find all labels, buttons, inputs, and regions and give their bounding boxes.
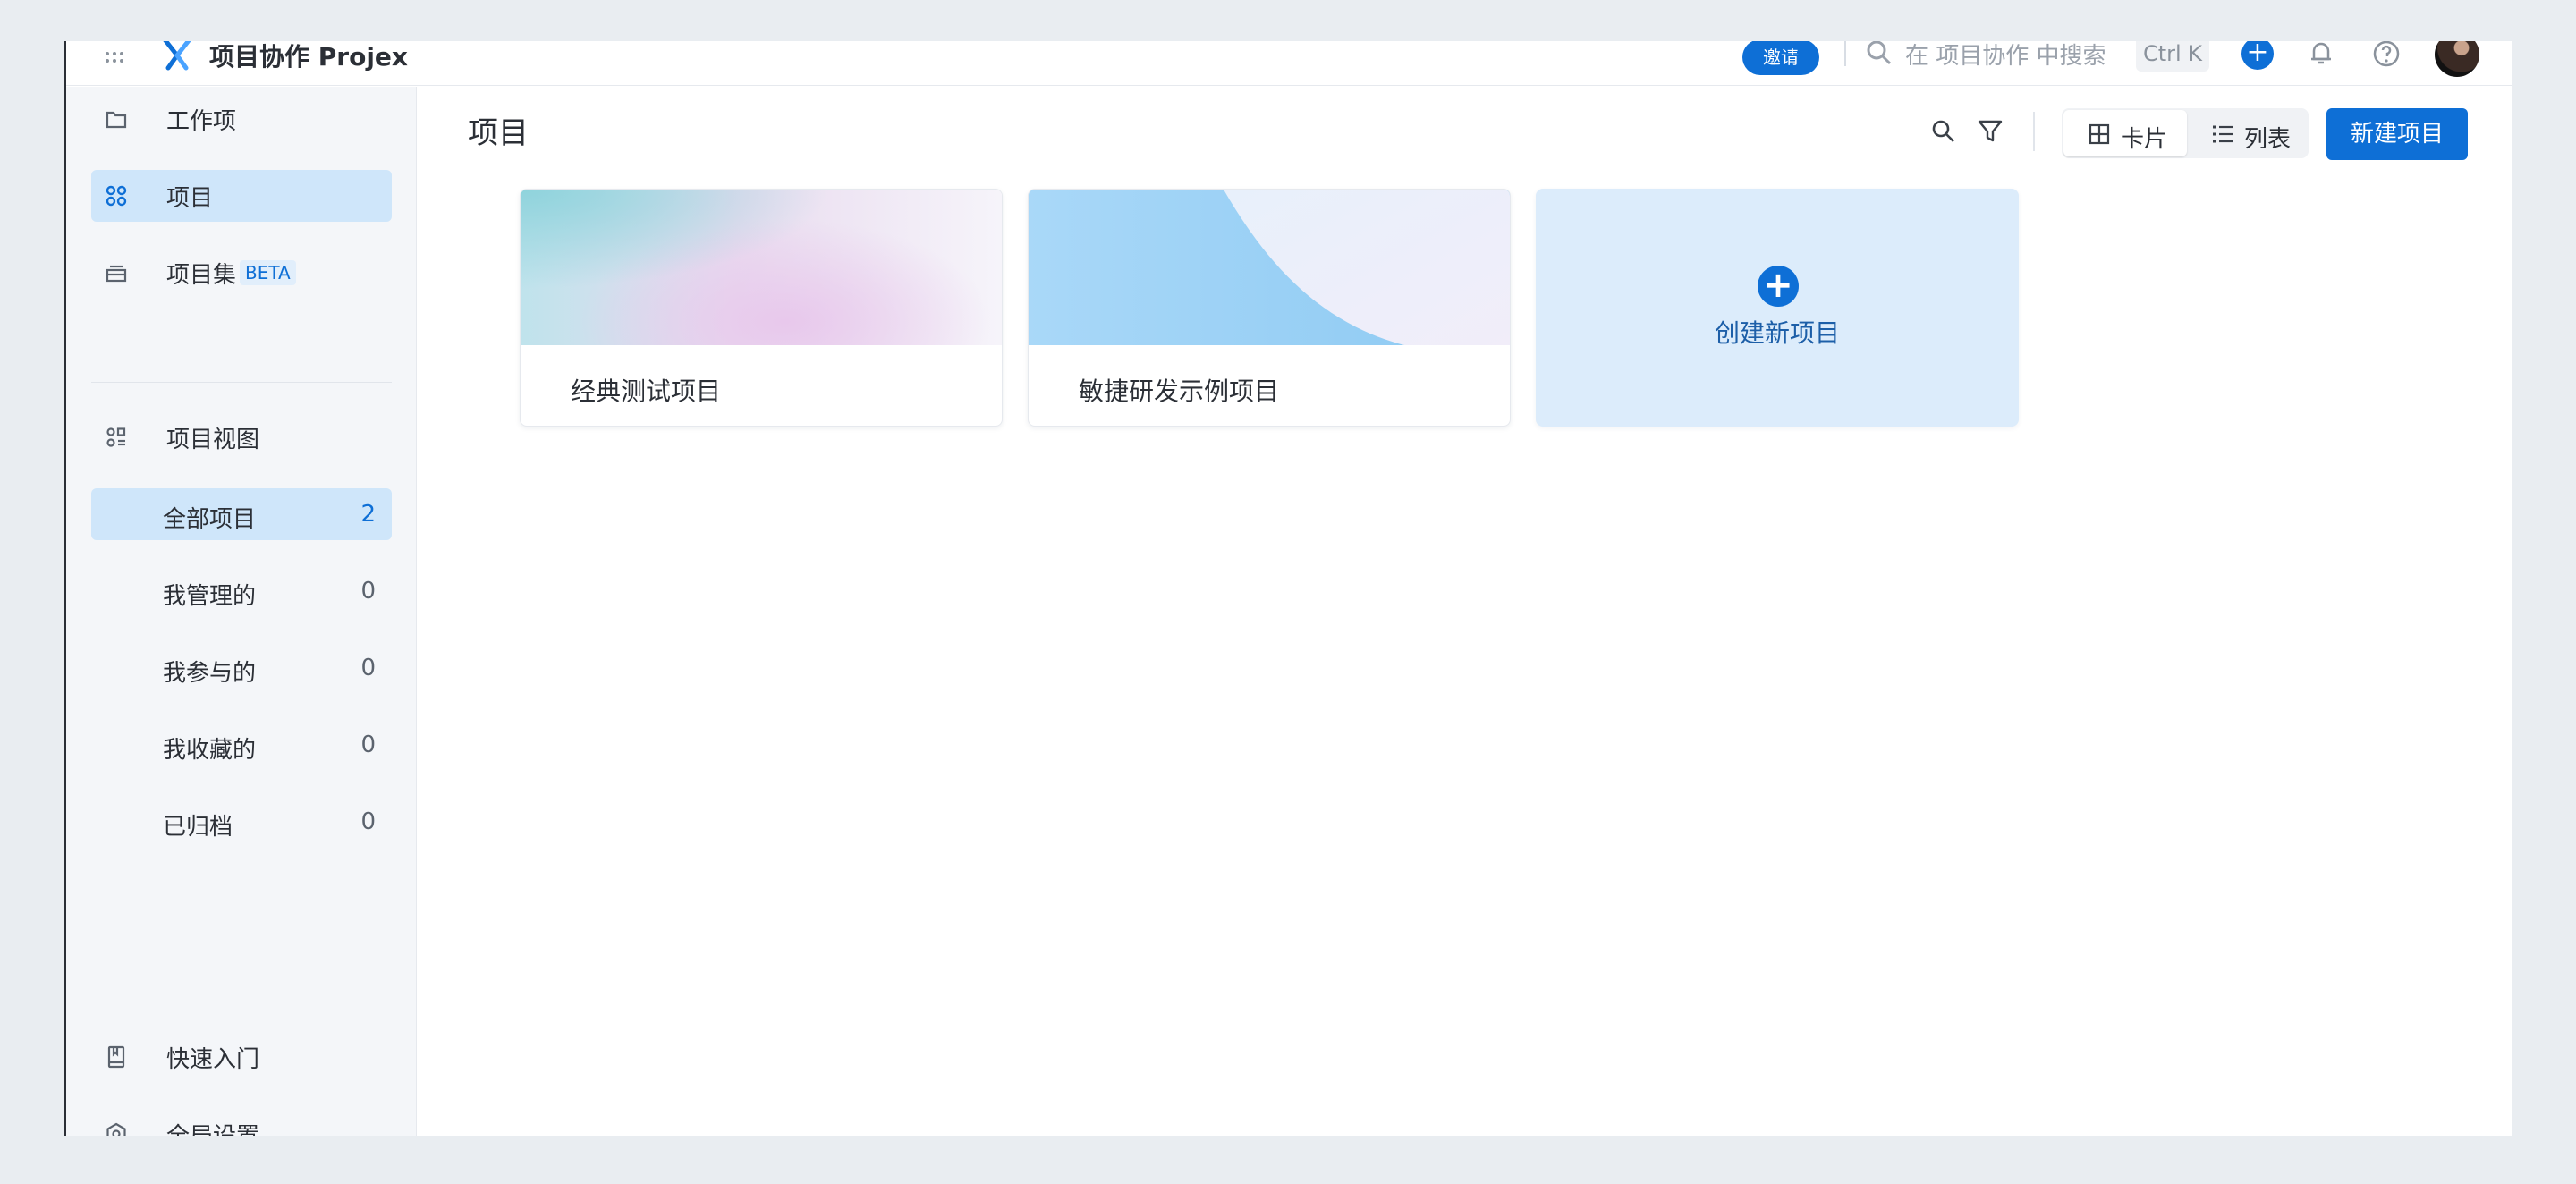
project-card-name: 经典测试项目	[571, 376, 722, 406]
app-title: 项目协作 Projex	[209, 42, 408, 72]
sidebar-item-label: 项目集	[166, 261, 237, 289]
folder-icon	[104, 106, 129, 131]
view-all-projects[interactable]: 全部项目 2	[91, 488, 392, 540]
sidebar-item-label: 全局设置	[166, 1118, 259, 1137]
view-favorites[interactable]: 我收藏的 0	[91, 719, 392, 771]
list-view-label: 列表	[2244, 126, 2292, 153]
sidebar-section-title: 项目视图	[166, 426, 260, 453]
view-label: 全部项目	[163, 506, 257, 533]
grid-icon	[2087, 122, 2112, 147]
projex-logo-icon	[159, 41, 195, 72]
search-icon[interactable]	[1864, 41, 1894, 68]
view-label: 已归档	[163, 814, 233, 841]
view-count: 2	[360, 501, 376, 528]
sidebar-divider	[91, 382, 392, 383]
list-view-button[interactable]: 列表	[2187, 110, 2307, 156]
sidebar-item-project-views[interactable]: 项目视图	[91, 411, 392, 463]
layers-icon	[104, 260, 129, 285]
view-count: 0	[360, 655, 376, 681]
toolbar-divider	[2033, 112, 2035, 151]
main-content: 项目 卡片 列表 新建项目 经典测试项目 敏捷研发示例项目 + 创建新项目	[418, 87, 2512, 1136]
sidebar-item-projects[interactable]: 项目	[91, 170, 392, 222]
plus-icon: +	[1758, 266, 1799, 307]
sidebar-item-quick-start[interactable]: 快速入门	[91, 1031, 392, 1083]
header-divider	[1844, 41, 1846, 66]
project-card-cover	[521, 190, 1002, 345]
sidebar-item-work-items[interactable]: 工作项	[91, 93, 392, 145]
view-mode-toggle: 卡片 列表	[2062, 108, 2309, 158]
sidebar-item-label: 工作项	[166, 107, 237, 135]
sidebar-item-global-settings[interactable]: 全局设置	[91, 1108, 392, 1136]
user-avatar[interactable]	[2435, 41, 2479, 77]
project-grid-icon	[104, 183, 129, 208]
view-label: 我管理的	[163, 583, 257, 610]
new-project-button[interactable]: 新建项目	[2326, 108, 2468, 160]
view-managed-by-me[interactable]: 我管理的 0	[91, 565, 392, 617]
view-count: 0	[360, 732, 376, 758]
app-launcher-icon[interactable]	[100, 47, 129, 75]
sidebar-item-program[interactable]: 项目集 BETA	[91, 247, 392, 299]
card-view-button[interactable]: 卡片	[2063, 110, 2187, 156]
global-search-input[interactable]: 在 项目协作 中搜索	[1905, 41, 2106, 71]
top-header: 项目协作 Projex 邀请 在 项目协作 中搜索 Ctrl K +	[66, 41, 2512, 86]
search-shortcut-badge: Ctrl K	[2136, 41, 2209, 72]
book-icon	[104, 1044, 129, 1070]
project-card-name: 敏捷研发示例项目	[1079, 376, 1280, 406]
project-card[interactable]: 敏捷研发示例项目	[1028, 189, 1511, 427]
card-view-label: 卡片	[2121, 126, 2168, 153]
list-icon	[2210, 122, 2235, 147]
create-project-card[interactable]: + 创建新项目	[1536, 189, 2019, 427]
sidebar: 工作项 项目 项目集 BETA 项目视图 全部项目 2 我管理的 0 我参与的 …	[66, 87, 417, 1136]
views-icon	[104, 425, 129, 450]
create-project-label: 创建新项目	[1714, 318, 1840, 348]
invite-button[interactable]: 邀请	[1742, 41, 1819, 75]
bell-icon[interactable]	[2306, 41, 2336, 68]
help-icon[interactable]	[2370, 41, 2402, 70]
search-icon[interactable]	[1929, 117, 1958, 146]
view-count: 0	[360, 808, 376, 835]
add-icon[interactable]: +	[2241, 41, 2274, 70]
settings-icon	[104, 1121, 129, 1136]
view-label: 我参与的	[163, 660, 257, 687]
view-label: 我收藏的	[163, 737, 257, 764]
page-title: 项目	[468, 115, 529, 151]
sidebar-item-label: 项目	[166, 184, 214, 212]
view-archived[interactable]: 已归档 0	[91, 796, 392, 848]
view-count: 0	[360, 578, 376, 605]
app-window: 项目协作 Projex 邀请 在 项目协作 中搜索 Ctrl K + 工作项 项	[64, 41, 2512, 1136]
project-card[interactable]: 经典测试项目	[520, 189, 1003, 427]
filter-icon[interactable]	[1976, 117, 2004, 146]
project-card-cover	[1029, 190, 1510, 345]
beta-badge: BETA	[240, 260, 296, 285]
view-joined[interactable]: 我参与的 0	[91, 642, 392, 694]
sidebar-item-label: 快速入门	[166, 1045, 260, 1073]
